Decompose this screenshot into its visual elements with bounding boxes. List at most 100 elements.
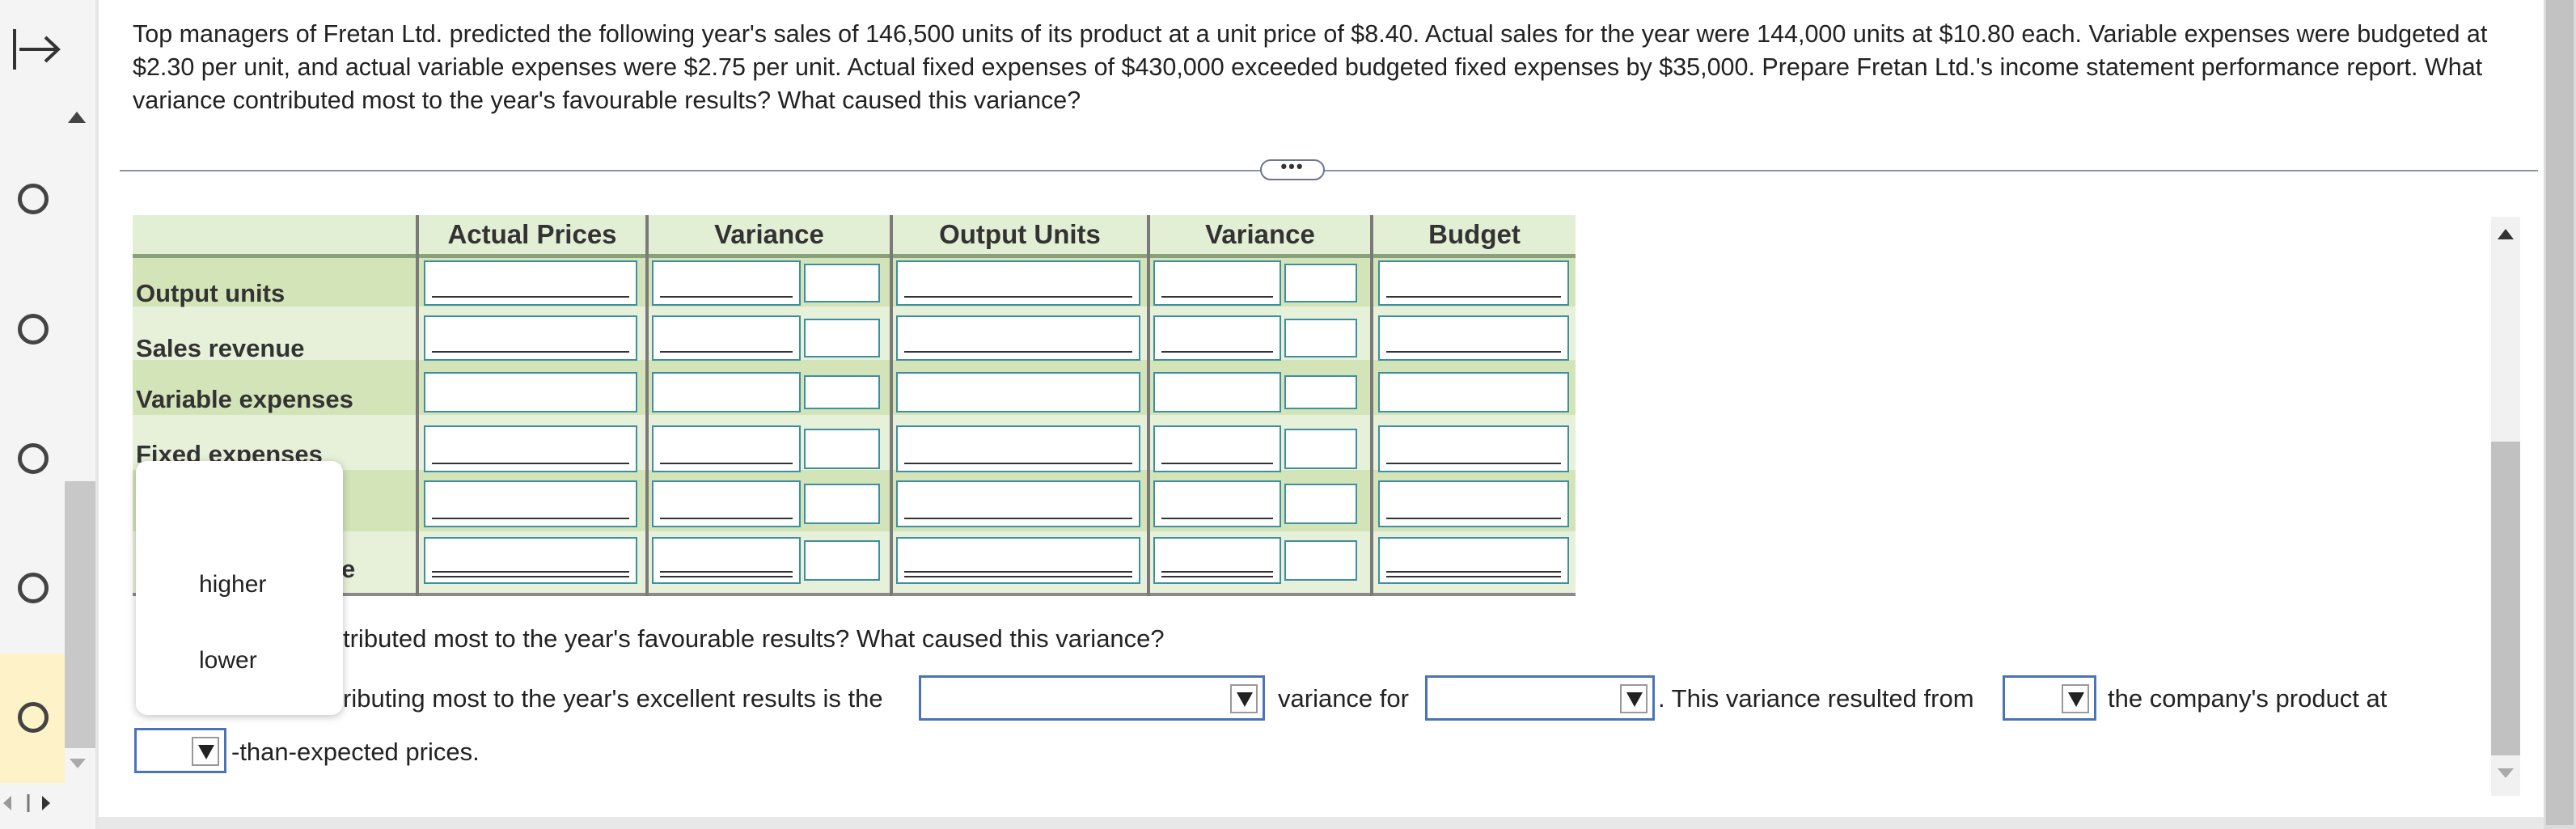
rail-scroll-down-icon[interactable]	[70, 759, 86, 768]
option-higher[interactable]: higher	[199, 571, 266, 598]
variance-input-r4-c1[interactable]	[652, 425, 801, 472]
amount-input-r3-c1[interactable]	[424, 372, 637, 412]
amount-input-r4-c3[interactable]	[1378, 425, 1569, 472]
cell-underline	[660, 463, 793, 464]
fu-indicator-r4-c1[interactable]	[804, 429, 880, 469]
col-sep-5	[1370, 215, 1373, 596]
cause-select[interactable]	[2003, 675, 2096, 721]
amount-input-r4-c2[interactable]	[896, 425, 1140, 472]
fu-indicator-r1-c2[interactable]	[1284, 264, 1357, 302]
double-underline	[904, 571, 1132, 573]
double-underline	[1161, 571, 1273, 573]
amount-input-r3-c2[interactable]	[896, 372, 1140, 412]
question-3-circle-icon[interactable]	[18, 443, 49, 474]
double-underline	[432, 576, 629, 577]
fu-indicator-r5-c1[interactable]	[804, 484, 880, 524]
header-output-units: Output Units	[939, 219, 1101, 249]
amount-input-r1-c2[interactable]	[896, 260, 1140, 306]
page-scrollbar-thumb[interactable]	[2546, 0, 2574, 825]
fu-indicator-r6-c1[interactable]	[804, 540, 880, 581]
amount-input-r4-c1[interactable]	[424, 425, 637, 472]
question-4-circle-icon[interactable]	[18, 573, 49, 603]
row-label-output-units: Output units	[136, 279, 286, 307]
amount-input-r5-c2[interactable]	[896, 480, 1140, 527]
expand-panel-icon[interactable]	[8, 24, 65, 74]
question-5-circle-icon[interactable]	[18, 702, 49, 733]
divider-handle[interactable]: •••	[1260, 158, 1325, 180]
fu-indicator-r2-c1[interactable]	[804, 319, 880, 357]
variance-input-r1-c2[interactable]	[1153, 260, 1281, 306]
amount-input-r6-c1[interactable]	[424, 537, 637, 584]
question-2-circle-icon[interactable]	[18, 314, 49, 345]
followup-sentence-4: the company's product at	[2108, 684, 2388, 713]
fu-indicator-r5-c2[interactable]	[1284, 484, 1357, 524]
price-direction-select[interactable]	[134, 728, 226, 773]
fu-indicator-r3-c1[interactable]	[804, 375, 880, 409]
chevron-down-icon	[192, 737, 219, 766]
header-budget: Budget	[1428, 219, 1521, 249]
double-underline	[660, 576, 793, 577]
variance-input-r4-c2[interactable]	[1153, 425, 1281, 472]
double-underline	[904, 576, 1132, 577]
rail-scroll-up-icon[interactable]	[68, 112, 86, 123]
amount-input-r1-c1[interactable]	[424, 260, 637, 306]
followup-question: tributed most to the year's favourable r…	[343, 624, 1165, 653]
amount-input-r6-c2[interactable]	[896, 537, 1140, 584]
bottom-bar	[99, 817, 2544, 829]
amount-input-r5-c1[interactable]	[424, 480, 637, 527]
fu-indicator-r1-c1[interactable]	[804, 264, 880, 302]
fu-indicator-r2-c2[interactable]	[1284, 319, 1357, 357]
cell-underline	[432, 518, 629, 519]
amount-input-r6-c3[interactable]	[1378, 537, 1569, 584]
header-actual-prices: Actual Prices	[447, 219, 617, 249]
variance-input-r5-c1[interactable]	[652, 480, 801, 527]
cell-underline	[904, 296, 1132, 298]
question-text: Top managers of Fretan Ltd. predicted th…	[133, 20, 2488, 114]
amount-input-r2-c1[interactable]	[424, 315, 637, 361]
scroll-down-icon[interactable]	[2498, 768, 2514, 778]
variance-input-r3-c1[interactable]	[652, 372, 801, 412]
cell-underline	[1161, 351, 1273, 353]
amount-input-r2-c2[interactable]	[896, 315, 1140, 361]
amount-input-r3-c3[interactable]	[1378, 372, 1569, 412]
question-1-circle-icon[interactable]	[18, 184, 49, 214]
cell-underline	[1161, 518, 1273, 519]
fu-indicator-r4-c2[interactable]	[1284, 429, 1357, 469]
variance-input-r1-c1[interactable]	[652, 260, 801, 306]
cell-underline	[432, 463, 629, 464]
amount-input-r1-c3[interactable]	[1378, 260, 1569, 306]
amount-input-r2-c3[interactable]	[1378, 315, 1569, 361]
cell-underline	[1386, 463, 1561, 464]
variance-input-r6-c1[interactable]	[652, 537, 801, 584]
followup-sentence-3: . This variance resulted from	[1658, 684, 1974, 713]
amount-input-r5-c3[interactable]	[1378, 480, 1569, 527]
cell-underline	[660, 518, 793, 519]
cell-underline	[1386, 296, 1561, 298]
variance-input-r5-c2[interactable]	[1153, 480, 1281, 527]
fu-indicator-r6-c2[interactable]	[1284, 540, 1357, 581]
double-underline	[1386, 576, 1561, 577]
col-sep-4	[1147, 215, 1150, 596]
variance-item-select[interactable]	[1425, 675, 1655, 721]
header-variance-1: Variance	[714, 219, 824, 249]
variance-input-r3-c2[interactable]	[1153, 372, 1281, 412]
content-scrollbar-thumb[interactable]	[2491, 442, 2520, 755]
variance-type-select[interactable]	[919, 675, 1265, 721]
variance-input-r2-c2[interactable]	[1153, 315, 1281, 361]
table-bottom-line	[133, 593, 1576, 596]
cell-underline	[660, 296, 793, 298]
double-underline	[432, 571, 629, 573]
scroll-up-icon[interactable]	[2498, 229, 2514, 239]
variance-input-r6-c2[interactable]	[1153, 537, 1281, 584]
rail-scrollbar[interactable]	[65, 481, 95, 748]
fu-indicator-r3-c2[interactable]	[1284, 375, 1357, 409]
cell-underline	[904, 463, 1132, 464]
col-sep-2	[645, 215, 649, 596]
followup-sentence-1: ributing most to the year's excellent re…	[343, 684, 883, 713]
double-underline	[1161, 576, 1273, 577]
rail-nav-arrows-icon[interactable]	[0, 793, 57, 814]
double-underline	[660, 571, 793, 573]
variance-input-r2-c1[interactable]	[652, 315, 801, 361]
option-lower[interactable]: lower	[199, 647, 257, 675]
chevron-down-icon	[2062, 684, 2089, 713]
